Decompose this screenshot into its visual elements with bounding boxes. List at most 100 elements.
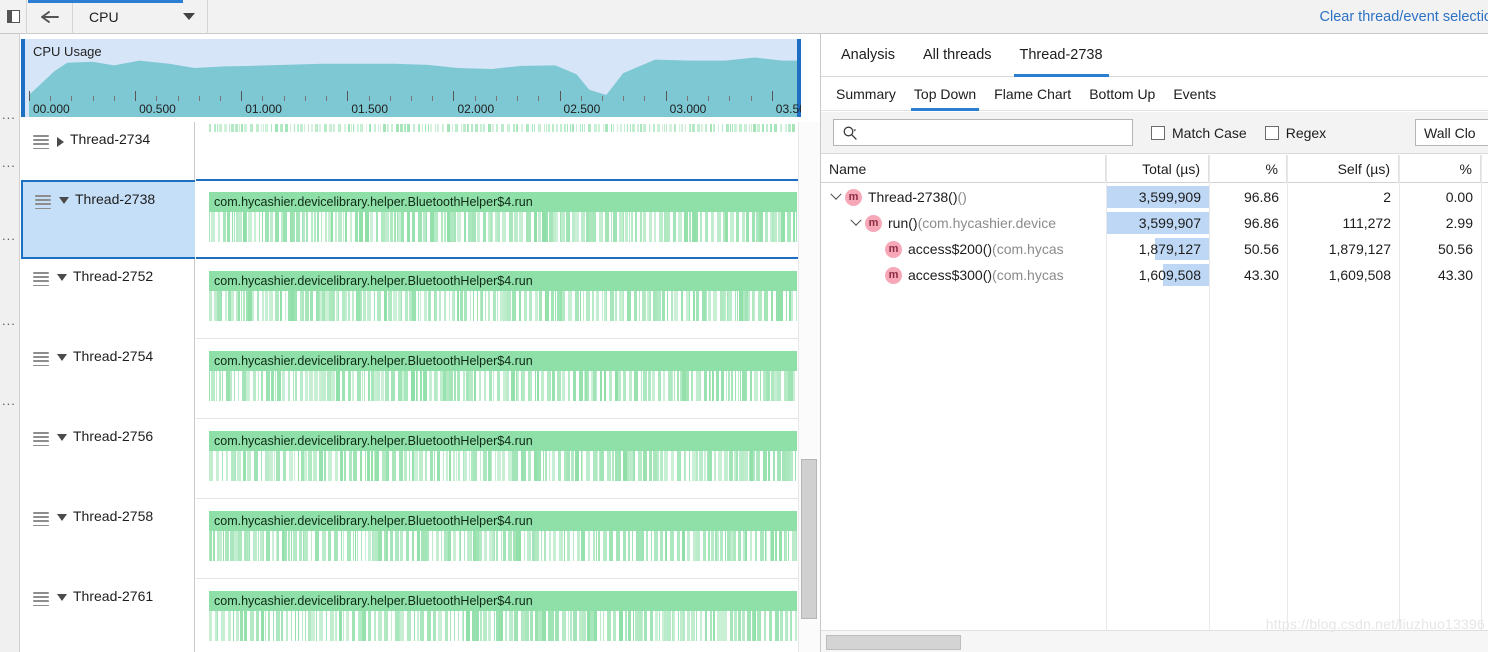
row-name-cell[interactable]: m access$300() (com.hycas bbox=[869, 262, 1106, 288]
subtab-summary[interactable]: Summary bbox=[827, 78, 905, 111]
trace-tick-band[interactable] bbox=[209, 371, 797, 401]
chevron-down-icon[interactable] bbox=[57, 274, 67, 281]
thread-list-item[interactable]: Thread-2754 bbox=[21, 339, 195, 419]
thread-name-label: Thread-2756 bbox=[73, 428, 154, 444]
column-separator[interactable] bbox=[1209, 155, 1210, 630]
cpu-tick-minor bbox=[198, 96, 200, 101]
search-box[interactable] bbox=[833, 119, 1133, 146]
tab-thread-2738[interactable]: Thread-2738 bbox=[1006, 34, 1117, 77]
chevron-down-icon[interactable] bbox=[849, 214, 863, 227]
chevron-right-icon[interactable] bbox=[57, 137, 64, 147]
subtab-flame-chart[interactable]: Flame Chart bbox=[985, 78, 1080, 111]
trace-row-divider bbox=[196, 578, 820, 579]
column-separator[interactable] bbox=[1287, 155, 1288, 630]
cpu-tick-minor bbox=[326, 96, 328, 101]
panel-layout-icon[interactable] bbox=[0, 0, 27, 34]
match-case-box[interactable] bbox=[1151, 125, 1165, 140]
table-row[interactable]: m access$300() (com.hycas 1,609,508 43.30 1,… bbox=[821, 262, 1488, 288]
back-arrow-icon[interactable] bbox=[27, 0, 73, 34]
trace-tick-band[interactable] bbox=[209, 212, 797, 242]
row-name-cell[interactable]: m access$200() (com.hycas bbox=[869, 236, 1106, 262]
clock-type-label: Wall Clo bbox=[1424, 124, 1476, 141]
chevron-down-icon[interactable] bbox=[57, 594, 67, 601]
thread-list-item[interactable]: Thread-2734 bbox=[21, 122, 195, 180]
toolbar: CPU Clear thread/event selectio bbox=[0, 0, 1488, 34]
regex-checkbox[interactable]: Regex bbox=[1264, 125, 1326, 141]
column-header--[interactable]: % bbox=[1399, 155, 1481, 183]
column-header-self-s-[interactable]: Self (µs) bbox=[1287, 155, 1399, 183]
drag-handle-icon[interactable] bbox=[35, 195, 51, 212]
drag-handle-icon[interactable] bbox=[33, 512, 49, 529]
thread-list-item[interactable]: Thread-2752 bbox=[21, 259, 195, 339]
column-header-total-s-[interactable]: Total (µs) bbox=[1106, 155, 1209, 183]
clock-type-select[interactable]: Wall Clo bbox=[1415, 119, 1488, 146]
thread-name-label: Thread-2734 bbox=[70, 131, 151, 147]
cell-self-us: 111,272 bbox=[1342, 215, 1391, 231]
trace-call-band[interactable]: com.hycashier.devicelibrary.helper.Bluet… bbox=[209, 591, 797, 611]
cell-total-us: 1,609,508 bbox=[1138, 267, 1201, 283]
tab-all-threads[interactable]: All threads bbox=[909, 34, 1006, 77]
table-row[interactable]: m run() (com.hycashier.device 3,599,907 96.… bbox=[821, 210, 1488, 236]
chevron-down-icon[interactable] bbox=[57, 514, 67, 521]
trace-mini-band[interactable] bbox=[209, 124, 797, 132]
search-icon bbox=[843, 126, 857, 140]
chevron-down-icon[interactable] bbox=[59, 197, 69, 204]
column-separator[interactable] bbox=[1106, 155, 1107, 630]
back-arrow-glyph bbox=[40, 10, 59, 23]
cpu-tick-label: 03.000 bbox=[669, 102, 707, 116]
trace-call-band[interactable]: com.hycashier.devicelibrary.helper.Bluet… bbox=[209, 192, 797, 212]
cell-self-percent: 0.00 bbox=[1445, 189, 1473, 205]
drag-handle-icon[interactable] bbox=[33, 135, 49, 152]
thread-list-item[interactable]: Thread-2756 bbox=[21, 419, 195, 499]
trace-tick-band[interactable] bbox=[209, 291, 797, 321]
trace-scrollbar-thumb[interactable] bbox=[801, 459, 817, 619]
match-case-checkbox[interactable]: Match Case bbox=[1151, 125, 1247, 141]
chevron-down-icon[interactable] bbox=[57, 354, 67, 361]
trace-tick-band[interactable] bbox=[209, 531, 797, 561]
trace-tick-band[interactable] bbox=[209, 451, 797, 481]
column-header-chi[interactable]: Chi bbox=[1481, 155, 1488, 183]
cpu-usage-chart[interactable]: CPU Usage 00.000 00.500 01.000 01.500 02.000… bbox=[21, 39, 801, 117]
search-input[interactable] bbox=[862, 124, 1117, 141]
table-row[interactable]: m access$200() (com.hycas 1,879,127 50.56 1,… bbox=[821, 236, 1488, 262]
chevron-down-icon[interactable] bbox=[829, 188, 843, 201]
thread-list-item[interactable]: Thread-2738 bbox=[21, 180, 195, 259]
trace-tick-band[interactable] bbox=[209, 611, 797, 641]
subtab-events[interactable]: Events bbox=[1164, 78, 1225, 111]
clear-selection-link[interactable]: Clear thread/event selectio bbox=[1320, 9, 1488, 25]
drag-handle-icon[interactable] bbox=[33, 592, 49, 609]
column-separator[interactable] bbox=[1399, 155, 1400, 630]
regex-box[interactable] bbox=[1264, 125, 1279, 140]
drag-handle-icon[interactable] bbox=[33, 272, 49, 289]
chevron-down-icon[interactable] bbox=[57, 434, 67, 441]
trace-call-band[interactable]: com.hycashier.devicelibrary.helper.Bluet… bbox=[209, 511, 797, 531]
drag-handle-icon[interactable] bbox=[33, 352, 49, 369]
trace-call-band[interactable]: com.hycashier.devicelibrary.helper.Bluet… bbox=[209, 431, 797, 451]
active-tab-accent bbox=[28, 0, 183, 3]
table-row[interactable]: m Thread-2738() () 3,599,909 96.86 2 0.00 3, bbox=[821, 184, 1488, 210]
table-hscroll-thumb[interactable] bbox=[826, 635, 961, 650]
analysis-subtab-bar: Summary Top Down Flame Chart Bottom Up Event… bbox=[821, 78, 1488, 111]
trace-call-band[interactable]: com.hycashier.devicelibrary.helper.Bluet… bbox=[209, 351, 797, 371]
table-hscrollbar[interactable] bbox=[821, 630, 1488, 652]
cpu-capture-select[interactable]: CPU bbox=[73, 0, 208, 34]
row-name-cell[interactable]: m Thread-2738() () bbox=[829, 184, 1106, 210]
drag-handle-icon[interactable] bbox=[33, 432, 49, 449]
column-separator[interactable] bbox=[1481, 155, 1482, 630]
tab-analysis[interactable]: Analysis bbox=[827, 34, 909, 77]
trace-call-band[interactable]: com.hycashier.devicelibrary.helper.Bluet… bbox=[209, 271, 797, 291]
cpu-tick-minor bbox=[304, 96, 306, 101]
thread-list: Thread-2734 Thread-2738 Thread-2752 Thread-… bbox=[21, 122, 195, 652]
subtab-top-down[interactable]: Top Down bbox=[905, 78, 985, 111]
column-header-name[interactable]: Name bbox=[821, 155, 1106, 183]
selected-thread-border-bottom bbox=[196, 257, 800, 259]
column-header--[interactable]: % bbox=[1209, 155, 1287, 183]
thread-list-item[interactable]: Thread-2761 bbox=[21, 579, 195, 652]
cpu-tick-minor bbox=[92, 96, 94, 101]
thread-list-item[interactable]: Thread-2758 bbox=[21, 499, 195, 579]
trace-row-divider bbox=[196, 338, 820, 339]
thread-trace-area[interactable]: com.hycashier.devicelibrary.helper.Bluet… bbox=[196, 122, 820, 652]
subtab-bottom-up[interactable]: Bottom Up bbox=[1080, 78, 1164, 111]
cpu-profiler-window: CPU Clear thread/event selectio ........… bbox=[0, 0, 1488, 652]
row-name-cell[interactable]: m run() (com.hycashier.device bbox=[849, 210, 1106, 236]
